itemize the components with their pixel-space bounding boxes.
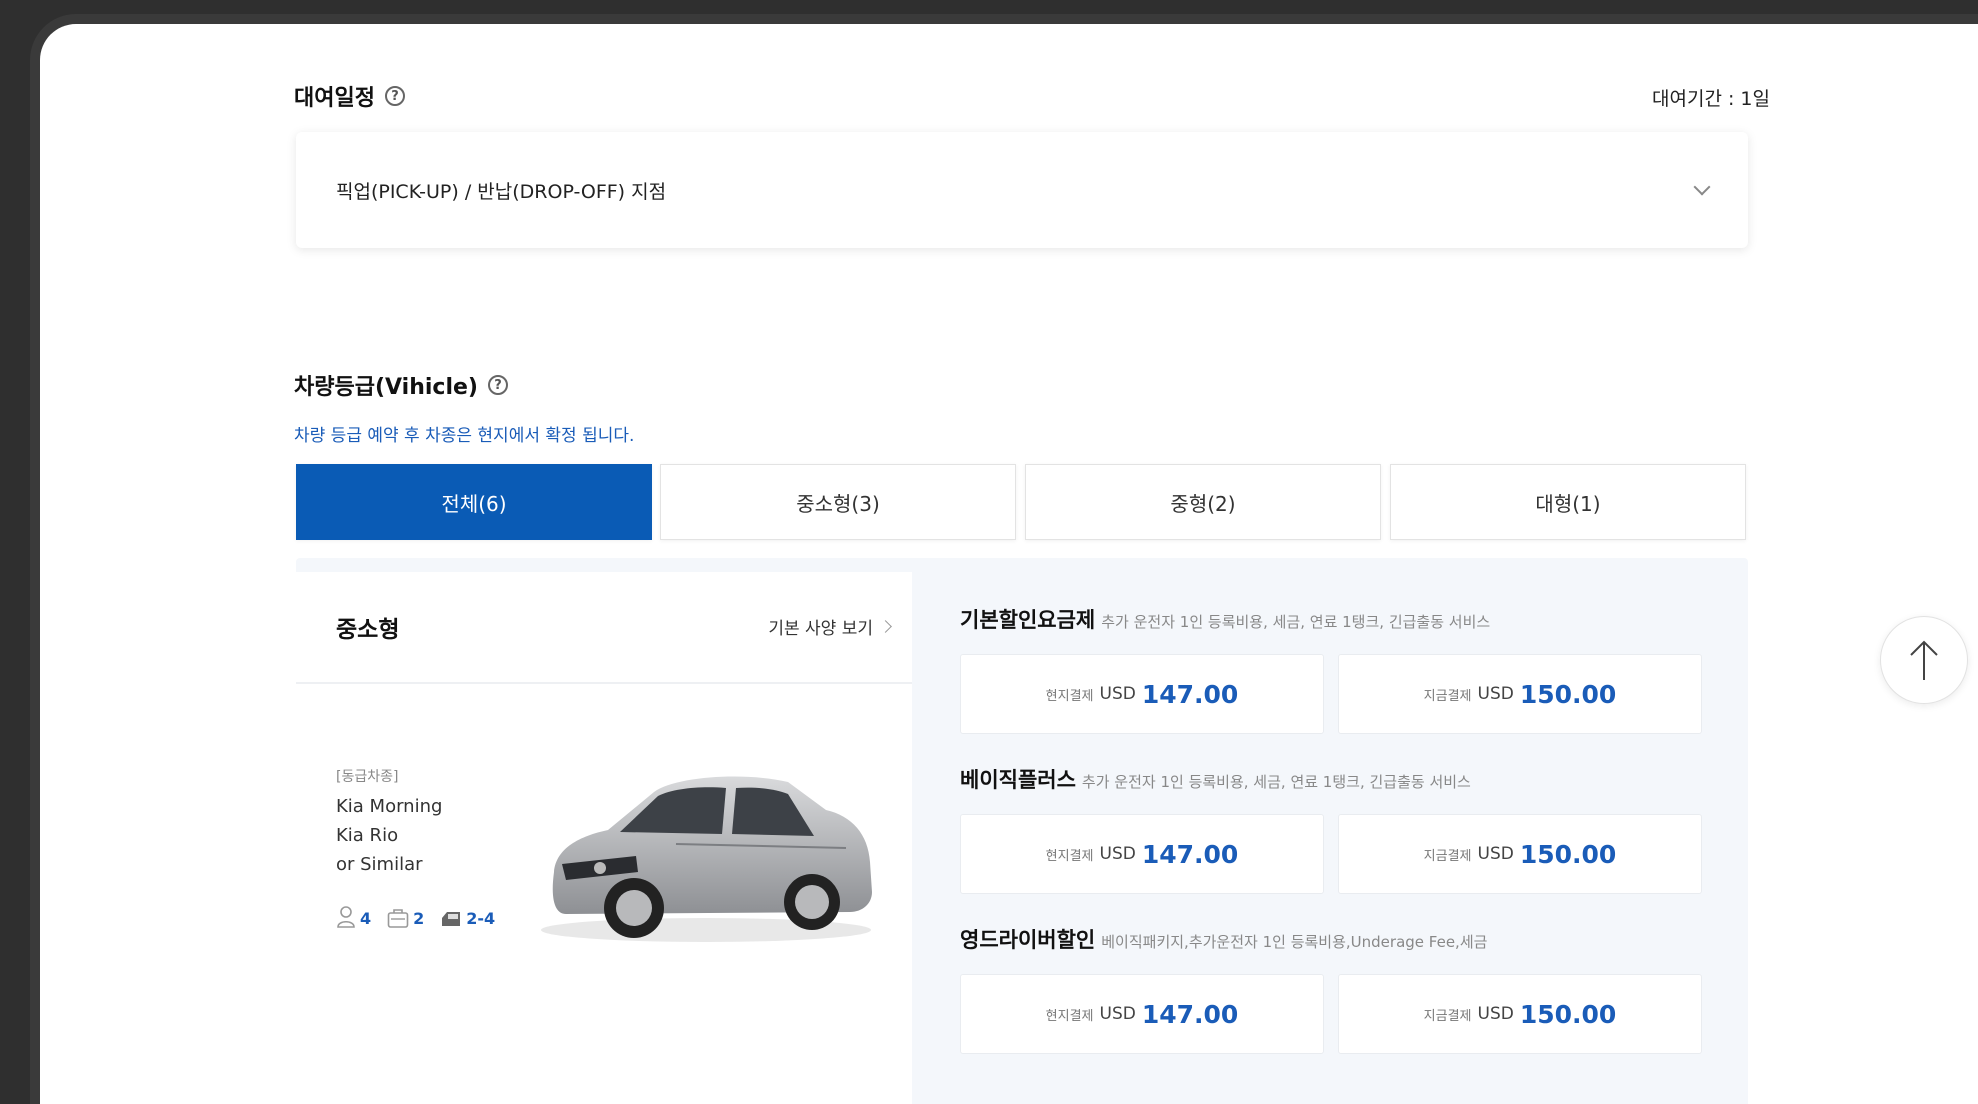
- price-label: 지금결제: [1423, 1008, 1472, 1024]
- price-currency: USD: [1477, 844, 1514, 864]
- arrow-up-icon: [1910, 640, 1938, 680]
- price-amount: 147.00: [1141, 999, 1239, 1029]
- price-label: 지금결제: [1423, 848, 1472, 864]
- spec-link[interactable]: 기본 사양 보기: [768, 614, 892, 639]
- plan-desc: 추가 운전자 1인 등록비용, 세금, 연료 1탱크, 긴급출동 서비스: [1081, 773, 1471, 791]
- car-class-name: 중소형: [336, 617, 400, 643]
- divider: [296, 682, 912, 684]
- price-amount: 150.00: [1519, 679, 1617, 709]
- price-label: 현지결제: [1045, 1008, 1094, 1024]
- price-label: 현지결제: [1045, 848, 1094, 864]
- seats-spec: 4: [336, 906, 371, 928]
- car-model: Kia Morning: [336, 796, 443, 817]
- plan-desc: 베이직패키지,추가운전자 1인 등록비용,Underage Fee,세금: [1101, 933, 1488, 951]
- vehicle-notice: 차량 등급 예약 후 차종은 현지에서 확정 됩니다.: [294, 426, 635, 446]
- spec-link-label: 기본 사양 보기: [768, 619, 873, 639]
- price-amount: 147.00: [1141, 839, 1239, 869]
- luggage-icon: [387, 909, 409, 928]
- tab-compact[interactable]: 중소형(3): [660, 464, 1016, 540]
- rental-period: 대여기간 : 1일: [1652, 88, 1770, 110]
- price-currency: USD: [1099, 1004, 1136, 1024]
- doors-value: 2-4: [466, 909, 496, 928]
- person-icon: [337, 906, 355, 928]
- price-label: 지금결제: [1423, 688, 1472, 704]
- bags-spec: 2: [387, 908, 424, 928]
- car-model: or Similar: [336, 854, 423, 875]
- car-model: Kia Rio: [336, 825, 399, 846]
- schedule-title-text: 대여일정: [294, 86, 375, 111]
- price-currency: USD: [1099, 684, 1136, 704]
- plan-name: 영드라이버할인: [960, 928, 1096, 952]
- pay-now-price[interactable]: 지금결제 USD 150.00: [1338, 814, 1702, 894]
- location-label: 픽업(PICK-UP) / 반납(DROP-OFF) 지점: [336, 180, 667, 203]
- plan-title: 영드라이버할인 베이직패키지,추가운전자 1인 등록비용,Underage Fee…: [960, 924, 1487, 954]
- chevron-right-icon: [879, 620, 892, 633]
- pay-now-price[interactable]: 지금결제 USD 150.00: [1338, 654, 1702, 734]
- help-icon[interactable]: ?: [487, 375, 508, 395]
- plan-desc: 추가 운전자 1인 등록비용, 세금, 연료 1탱크, 긴급출동 서비스: [1101, 613, 1491, 631]
- car-specs: 4 2 2-4: [336, 906, 495, 928]
- car-info-panel: 중소형 기본 사양 보기 [동급차종] Kia Morning Kia Rio …: [296, 572, 912, 1104]
- doors-spec: 2-4: [440, 909, 495, 928]
- car-door-icon: [442, 912, 461, 926]
- plan-title: 기본할인요금제 추가 운전자 1인 등록비용, 세금, 연료 1탱크, 긴급출동 …: [960, 604, 1490, 634]
- scroll-top-button[interactable]: [1880, 616, 1968, 704]
- plan-name: 베이직플러스: [960, 768, 1076, 792]
- vehicle-title: 차량등급(Vihicle) ?: [294, 369, 508, 401]
- chevron-down-icon: [1693, 178, 1711, 196]
- price-label: 현지결제: [1045, 688, 1094, 704]
- local-pay-price[interactable]: 현지결제 USD 147.00: [960, 974, 1324, 1054]
- local-pay-price[interactable]: 현지결제 USD 147.00: [960, 654, 1324, 734]
- location-selector[interactable]: 픽업(PICK-UP) / 반납(DROP-OFF) 지점: [296, 132, 1748, 248]
- bags-value: 2: [413, 909, 425, 928]
- price-currency: USD: [1477, 684, 1514, 704]
- browser-screen: 대여일정 ? 대여기간 : 1일 픽업(PICK-UP) / 반납(DROP-O…: [30, 14, 1978, 1104]
- price-currency: USD: [1477, 1004, 1514, 1024]
- local-pay-price[interactable]: 현지결제 USD 147.00: [960, 814, 1324, 894]
- car-card: 중소형 기본 사양 보기 [동급차종] Kia Morning Kia Rio …: [296, 558, 1748, 1104]
- plan-title: 베이직플러스 추가 운전자 1인 등록비용, 세금, 연료 1탱크, 긴급출동 서…: [960, 764, 1471, 794]
- tab-large[interactable]: 대형(1): [1390, 464, 1746, 540]
- help-icon[interactable]: ?: [384, 86, 405, 106]
- tab-midsize[interactable]: 중형(2): [1025, 464, 1381, 540]
- plan-name: 기본할인요금제: [960, 608, 1096, 632]
- price-amount: 147.00: [1141, 679, 1239, 709]
- price-amount: 150.00: [1519, 839, 1617, 869]
- pay-now-price[interactable]: 지금결제 USD 150.00: [1338, 974, 1702, 1054]
- price-currency: USD: [1099, 844, 1136, 864]
- grade-label: [동급차종]: [336, 769, 399, 785]
- price-amount: 150.00: [1519, 999, 1617, 1029]
- tab-all[interactable]: 전체(6): [296, 464, 652, 540]
- car-image: [541, 776, 872, 942]
- vehicle-title-text: 차량등급(Vihicle): [294, 375, 478, 400]
- seats-value: 4: [360, 909, 372, 928]
- schedule-title: 대여일정 ?: [294, 80, 405, 112]
- car-models: Kia Morning Kia Rio or Similar: [336, 792, 442, 879]
